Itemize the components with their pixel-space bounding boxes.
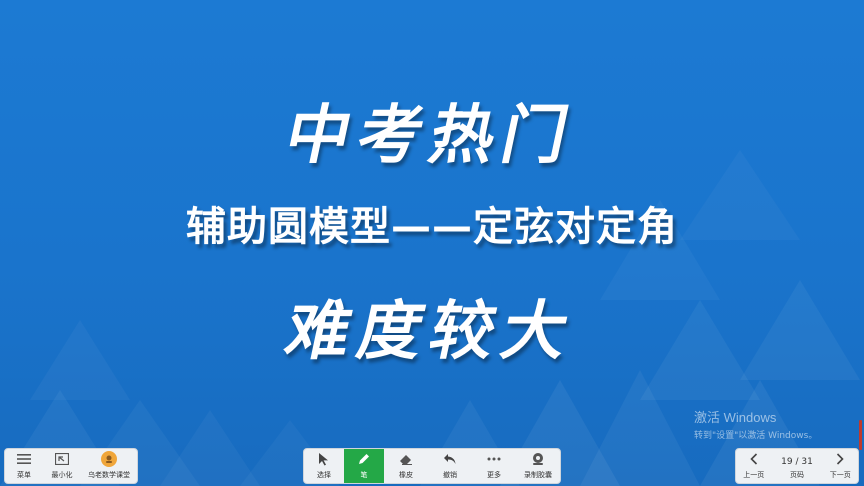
more-button[interactable]: 更多 <box>472 449 516 483</box>
cursor-icon <box>316 451 332 467</box>
slide-title-sub: 辅助圆模型——定弦对定角 <box>186 204 678 250</box>
menu-button[interactable]: 菜单 <box>5 449 43 483</box>
page-number-label: 页码 <box>790 471 804 479</box>
minimize-button[interactable]: 最小化 <box>43 449 81 483</box>
undo-icon <box>442 451 458 467</box>
undo-label: 撤销 <box>443 471 457 479</box>
menu-label: 菜单 <box>17 471 31 479</box>
undo-button[interactable]: 撤销 <box>428 449 472 483</box>
next-page-button[interactable]: 下一页 <box>823 449 858 483</box>
pen-icon <box>356 451 372 467</box>
eraser-label: 橡皮 <box>399 471 413 479</box>
account-button[interactable]: 乌老数学课堂 <box>81 449 137 483</box>
chevron-left-icon <box>746 451 762 467</box>
left-toolbar: 菜单 最小化 乌老数学课堂 <box>4 448 138 484</box>
page-number-button[interactable]: 19 / 31 页码 <box>771 449 822 483</box>
record-button[interactable]: 录制胶囊 <box>516 449 560 483</box>
menu-icon <box>16 451 32 467</box>
prev-page-label: 上一页 <box>743 471 765 479</box>
minimize-icon <box>54 451 70 467</box>
watermark-line1: 激活 Windows <box>694 410 777 425</box>
page-counter: 19 / 31 <box>781 457 813 467</box>
record-icon <box>530 451 546 467</box>
avatar-icon <box>101 451 117 467</box>
select-label: 选择 <box>317 471 331 479</box>
slide-title-main: 中考热门 <box>278 99 583 173</box>
slide-title-difficulty: 难度较大 <box>278 295 583 369</box>
next-page-label: 下一页 <box>829 471 851 479</box>
account-label: 乌老数学课堂 <box>88 471 130 479</box>
center-toolbar: 选择 笔 橡皮 撤销 更多 录制胶囊 <box>303 448 561 484</box>
chevron-right-icon <box>832 451 848 467</box>
pen-label: 笔 <box>360 471 368 479</box>
eraser-tool-button[interactable]: 橡皮 <box>384 449 428 483</box>
windows-activation-watermark: 激活 Windows 转到"设置"以激活 Windows。 <box>694 407 817 441</box>
right-toolbar: 上一页 19 / 31 页码 下一页 <box>735 448 859 484</box>
eraser-icon <box>398 451 414 467</box>
select-tool-button[interactable]: 选择 <box>304 449 344 483</box>
minimize-label: 最小化 <box>51 471 73 479</box>
scroll-indicator[interactable] <box>859 420 862 450</box>
slide-canvas: 中考热门 辅助圆模型——定弦对定角 难度较大 激活 Windows 转到"设置"… <box>0 0 864 486</box>
pen-tool-button[interactable]: 笔 <box>344 449 384 483</box>
more-icon <box>486 451 502 467</box>
watermark-line2: 转到"设置"以激活 Windows。 <box>694 431 818 441</box>
more-label: 更多 <box>487 471 501 479</box>
record-label: 录制胶囊 <box>524 471 552 479</box>
prev-page-button[interactable]: 上一页 <box>736 449 771 483</box>
